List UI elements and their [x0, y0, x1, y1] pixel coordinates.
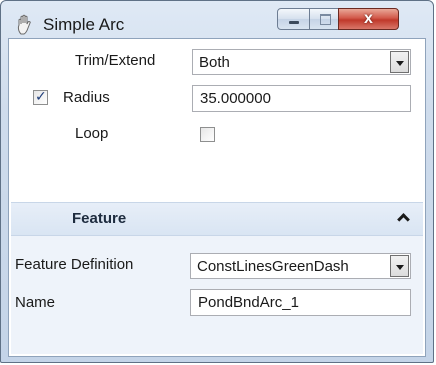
feature-panel: Feature Definition ConstLinesGreenDash N… — [11, 236, 423, 354]
feature-definition-label: Feature Definition — [15, 256, 134, 273]
radius-field[interactable] — [192, 85, 411, 112]
settings-panel: Trim/Extend Both ✓ Radius Loop — [11, 41, 423, 200]
simple-arc-window: Simple Arc x Trim/Extend Both ✓ Radius 3… — [0, 0, 434, 363]
radius-input[interactable] — [193, 86, 410, 111]
feature-definition-value: ConstLinesGreenDash — [197, 258, 349, 275]
dropdown-button[interactable] — [390, 255, 409, 277]
close-button[interactable]: x — [338, 8, 399, 30]
name-label: Name — [15, 294, 56, 311]
hand-icon — [17, 14, 31, 35]
feature-section-header[interactable]: Feature — [11, 202, 423, 236]
trim-extend-value: Both — [199, 54, 230, 71]
maximize-icon — [320, 14, 331, 25]
radius-label: Radius — [63, 89, 110, 106]
checkmark-icon: ✓ — [35, 88, 47, 104]
close-icon: x — [364, 10, 373, 27]
dialog-body: Trim/Extend Both ✓ Radius Loop Feature — [8, 38, 426, 357]
chevron-up-icon[interactable] — [397, 213, 410, 226]
trim-extend-label: Trim/Extend — [75, 52, 156, 69]
dropdown-button[interactable] — [390, 51, 409, 73]
maximize-button[interactable] — [309, 8, 339, 30]
name-input[interactable] — [191, 290, 410, 315]
window-title: Simple Arc — [43, 15, 125, 34]
chevron-down-icon — [396, 265, 404, 270]
minimize-icon — [289, 21, 299, 24]
feature-definition-dropdown[interactable]: ConstLinesGreenDash — [190, 253, 411, 279]
trim-extend-dropdown[interactable]: Both — [192, 49, 411, 75]
feature-header-title: Feature — [72, 210, 127, 227]
loop-checkbox[interactable] — [200, 127, 215, 142]
name-field[interactable] — [190, 289, 411, 316]
loop-label: Loop — [75, 125, 109, 142]
chevron-down-icon — [396, 61, 404, 66]
radius-checkbox[interactable]: ✓ — [33, 88, 48, 105]
minimize-button[interactable] — [277, 8, 310, 30]
